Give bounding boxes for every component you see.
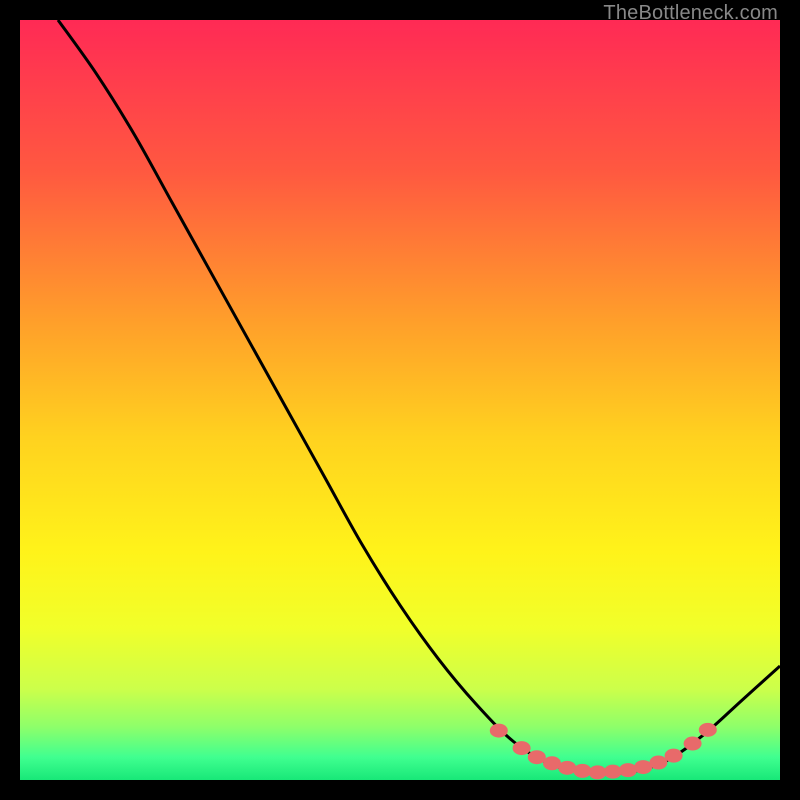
marker-dot bbox=[665, 749, 683, 763]
marker-dot bbox=[684, 737, 702, 751]
marker-dot bbox=[604, 765, 622, 779]
bottleneck-chart bbox=[20, 20, 780, 780]
marker-dot bbox=[528, 750, 546, 764]
marker-dot bbox=[649, 756, 667, 770]
marker-dot bbox=[490, 724, 508, 738]
marker-dot bbox=[573, 764, 591, 778]
watermark-text: TheBottleneck.com bbox=[603, 2, 778, 25]
marker-dot bbox=[558, 761, 576, 775]
marker-dot bbox=[513, 741, 531, 755]
marker-dot bbox=[699, 723, 717, 737]
marker-dot bbox=[619, 763, 637, 777]
